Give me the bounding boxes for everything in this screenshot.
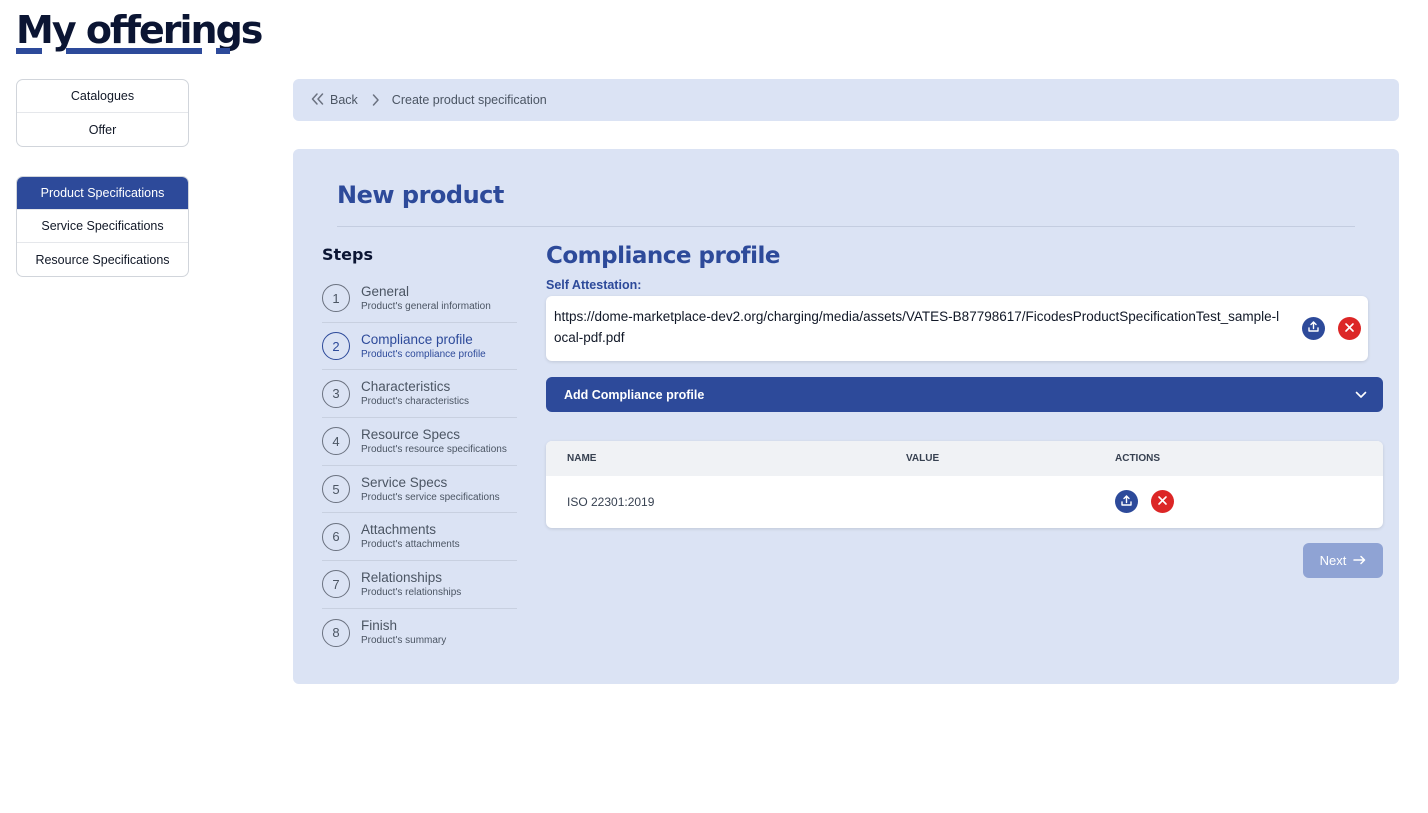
steps-title: Steps <box>322 245 373 264</box>
chevrons-left-icon <box>311 92 324 108</box>
step-number: 3 <box>322 379 350 408</box>
back-label: Back <box>330 93 358 107</box>
chevron-right-icon <box>372 94 380 106</box>
column-header-actions: ACTIONS <box>1115 453 1160 464</box>
upload-icon <box>1307 320 1320 338</box>
step-name: Finish <box>361 618 398 634</box>
step-number: 1 <box>322 284 350 313</box>
arrow-right-icon <box>1353 553 1366 568</box>
self-attestation-label: Self Attestation: <box>546 278 642 292</box>
close-icon <box>1157 495 1168 509</box>
cell-name: ISO 22301:2019 <box>567 495 655 509</box>
self-attestation-file: https://dome-marketplace-dev2.org/chargi… <box>546 296 1368 361</box>
step-number: 4 <box>322 427 350 456</box>
sidebar-group-offerings: Catalogues Offer <box>16 79 189 147</box>
step-number: 7 <box>322 570 350 599</box>
compliance-table: NAME VALUE ACTIONS ISO 22301:2019 <box>546 441 1383 528</box>
step-service-specs[interactable]: 5 Service Specs Product's service specifi… <box>322 466 517 514</box>
section-title: Compliance profile <box>546 243 781 269</box>
sidebar-item-resource-specifications[interactable]: Resource Specifications <box>17 243 188 276</box>
step-desc: Product's compliance profile <box>361 348 486 360</box>
next-label: Next <box>1319 553 1347 568</box>
title-underline <box>16 48 230 54</box>
step-name: Attachments <box>361 522 437 538</box>
sidebar-item-product-specifications[interactable]: Product Specifications <box>17 177 188 210</box>
next-button[interactable]: Next <box>1303 543 1383 578</box>
step-number: 2 <box>322 332 350 361</box>
step-number: 8 <box>322 618 350 647</box>
step-relationships[interactable]: 7 Relationships Product's relationships <box>322 561 517 609</box>
step-number: 5 <box>322 475 350 504</box>
step-desc: Product's attachments <box>361 539 460 551</box>
chevron-down-icon <box>1355 388 1367 402</box>
sidebar-item-catalogues[interactable]: Catalogues <box>17 80 188 113</box>
back-link[interactable]: Back <box>311 92 358 108</box>
step-desc: Product's service specifications <box>361 491 500 503</box>
breadcrumb: Back Create product specification <box>293 79 1399 121</box>
breadcrumb-current: Create product specification <box>391 93 547 107</box>
sidebar-item-service-specifications[interactable]: Service Specifications <box>17 210 188 243</box>
step-name: General <box>361 283 410 299</box>
add-compliance-profile-accordion[interactable]: Add Compliance profile <box>546 377 1383 412</box>
remove-file-button[interactable] <box>1338 317 1361 340</box>
step-name: Characteristics <box>361 379 451 395</box>
step-desc: Product's characteristics <box>361 396 470 408</box>
step-finish[interactable]: 8 Finish Product's summary <box>322 609 517 657</box>
step-name: Service Specs <box>361 474 448 490</box>
step-characteristics[interactable]: 3 Characteristics Product's characteristi… <box>322 370 517 419</box>
column-header-name: NAME <box>567 453 597 464</box>
step-name: Relationships <box>361 569 443 585</box>
step-desc: Product's resource specifications <box>361 443 507 455</box>
step-desc: Product's relationships <box>361 586 462 598</box>
product-form-panel: New product Steps 1 General Product's gen… <box>293 149 1399 684</box>
file-url: https://dome-marketplace-dev2.org/chargi… <box>554 309 1280 345</box>
row-delete-button[interactable] <box>1151 490 1174 513</box>
panel-title: New product <box>337 181 504 209</box>
step-name: Compliance profile <box>361 331 473 347</box>
page-title: My offerings <box>16 8 263 52</box>
step-compliance-profile[interactable]: 2 Compliance profile Product's compliance… <box>322 323 517 371</box>
step-attachments[interactable]: 6 Attachments Product's attachments <box>322 513 517 562</box>
steps-list: 1 General Product's general information 2… <box>322 275 517 657</box>
divider <box>337 226 1355 227</box>
table-row: ISO 22301:2019 <box>546 476 1383 528</box>
sidebar-item-offer[interactable]: Offer <box>17 113 188 146</box>
row-upload-button[interactable] <box>1115 490 1138 513</box>
table-header: NAME VALUE ACTIONS <box>546 441 1383 476</box>
accordion-label: Add Compliance profile <box>564 387 705 402</box>
step-name: Resource Specs <box>361 426 461 442</box>
sidebar-group-specifications: Product Specifications Service Specifica… <box>16 176 189 277</box>
step-number: 6 <box>322 522 350 551</box>
step-desc: Product's summary <box>361 635 447 647</box>
step-general[interactable]: 1 General Product's general information <box>322 275 517 323</box>
step-desc: Product's general information <box>361 300 491 312</box>
upload-icon <box>1120 494 1133 510</box>
column-header-value: VALUE <box>906 453 940 464</box>
upload-button[interactable] <box>1302 317 1325 340</box>
step-resource-specs[interactable]: 4 Resource Specs Product's resource speci… <box>322 418 517 466</box>
close-icon <box>1344 320 1355 338</box>
